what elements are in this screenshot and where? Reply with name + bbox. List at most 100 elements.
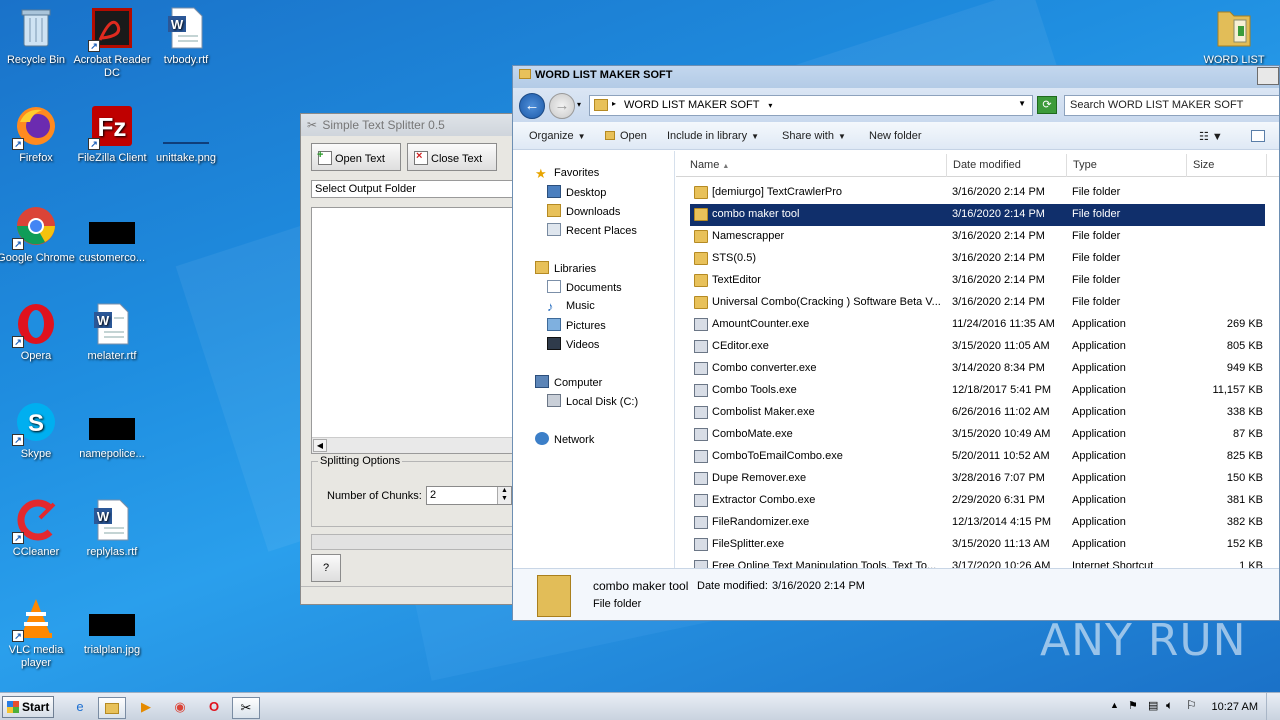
melater-icon[interactable]: W melater.rtf [72,302,152,363]
trialplan-icon[interactable]: trialplan.jpg [72,596,152,657]
firefox-icon[interactable]: ↗ Firefox [0,104,76,165]
show-hidden-icons-icon[interactable]: ▲ [1110,700,1119,710]
clock[interactable]: 10:27 AM [1212,701,1258,713]
file-row[interactable]: Namescrapper 3/16/2020 2:14 PM File folder [690,226,1265,248]
open-button[interactable]: Open [605,130,647,142]
action-center-icon[interactable]: ⚑ [1128,699,1138,712]
file-row[interactable]: CEditor.exe 3/15/2020 11:05 AM Application… [690,336,1265,358]
skype-icon[interactable]: S ↗ Skype [0,400,76,461]
volume-icon[interactable]: 🔈︎ [1166,698,1173,713]
nav-local-disk[interactable]: Local Disk (C:) [547,394,638,408]
window-button[interactable] [1257,67,1279,85]
splitter-window: ✂ Simple Text Splitter 0.5 + Open Text × C… [300,113,523,605]
column-date-modified[interactable]: Date modified [947,154,1067,177]
splitting-options-group: Splitting Options Number of Chunks: 2 ▲ ▼ [311,455,523,527]
new-folder-button[interactable]: New folder [869,130,922,142]
media-player-icon[interactable]: ▶ [132,697,160,719]
column-size[interactable]: Size [1187,154,1267,177]
file-row[interactable]: ComboMate.exe 3/15/2020 10:49 AM Applicati… [690,424,1265,446]
column-type[interactable]: Type [1067,154,1187,177]
file-row[interactable]: Combo converter.exe 3/14/2020 8:34 PM Appl… [690,358,1265,380]
application-icon [694,472,708,485]
customerco-icon[interactable]: customerco... [72,204,152,265]
file-name: FileRandomizer.exe [712,516,810,528]
file-row[interactable]: Dupe Remover.exe 3/28/2016 7:07 PM Applica… [690,468,1265,490]
output-folder-field[interactable]: Select Output Folder [311,180,523,198]
splitter-titlebar[interactable]: ✂ Simple Text Splitter 0.5 [301,114,521,136]
share-with-button[interactable]: Share with ▼ [782,130,846,142]
nav-videos[interactable]: Videos [547,337,599,351]
file-size: 338 KB [1226,406,1263,418]
spin-arrows-icon[interactable]: ▲ ▼ [497,487,511,504]
chrome-taskbar-icon[interactable]: ◉ [166,697,194,719]
file-row[interactable]: ComboToEmailCombo.exe 5/20/2011 10:52 AM A… [690,446,1265,468]
filezilla-icon[interactable]: Fz ↗ FileZilla Client [72,104,152,165]
search-input[interactable]: Search WORD LIST MAKER SOFT [1064,95,1279,116]
word-list-icon[interactable]: WORD LIST [1194,6,1274,67]
file-row[interactable]: Combolist Maker.exe 6/26/2016 11:02 AM App… [690,402,1265,424]
file-row[interactable]: Free Online Text Manipulation Tools, Tex… [690,556,1265,568]
splitter-taskbar-icon[interactable]: ✂ [232,697,260,719]
acrobat-icon[interactable]: ↗ Acrobat Reader DC [72,6,152,80]
ie-icon[interactable]: e [66,697,94,719]
file-row[interactable]: TextEditor 3/16/2020 2:14 PM File folder [690,270,1265,292]
file-row[interactable]: [demiurgo] TextCrawlerPro 3/16/2020 2:14 … [690,182,1265,204]
organize-button[interactable]: Organize ▼ [529,130,586,142]
nav-computer[interactable]: Computer [535,375,602,389]
breadcrumb[interactable]: WORD LIST MAKER SOFT [624,99,759,111]
nav-desktop[interactable]: Desktop [547,185,606,199]
nav-libraries[interactable]: Libraries [535,261,596,275]
help-button[interactable]: ? [311,554,341,582]
network-tray-icon[interactable]: ▤ [1148,699,1158,712]
file-row[interactable]: FileRandomizer.exe 12/13/2014 4:15 PM Appl… [690,512,1265,534]
back-button[interactable]: ← [519,93,545,119]
nav-favorites[interactable]: ★ Favorites [535,166,599,181]
file-row[interactable]: Universal Combo(Cracking ) Software Beta… [690,292,1265,314]
recent-pages-chevron-icon[interactable]: ▾ [577,100,581,109]
tvbody-icon[interactable]: W tvbody.rtf [146,6,226,67]
close-text-button[interactable]: × Close Text [407,143,497,171]
recycle-bin-icon[interactable]: Recycle Bin [0,6,76,67]
chunks-stepper[interactable]: 2 ▲ ▼ [426,486,512,505]
column-name[interactable]: Name ▲ [676,154,947,177]
nav-music[interactable]: ♪ Music [547,299,595,314]
open-text-button[interactable]: + Open Text [311,143,401,171]
ccleaner-icon[interactable]: ↗ CCleaner [0,498,76,559]
namepolice-icon[interactable]: namepolice... [72,400,152,461]
horizontal-scrollbar[interactable]: ◀ [312,437,522,453]
address-bar[interactable]: ▸ WORD LIST MAKER SOFT ▾ ▼ [589,95,1033,116]
splitting-options-legend: Splitting Options [318,455,403,467]
explorer-taskbar-icon[interactable] [98,697,126,719]
file-row[interactable]: AmountCounter.exe 11/24/2016 11:35 AM Appl… [690,314,1265,336]
nav-documents[interactable]: Documents [547,280,622,294]
file-row[interactable]: combo maker tool 3/16/2020 2:14 PM File fo… [690,204,1265,226]
file-row[interactable]: Extractor Combo.exe 2/29/2020 6:31 PM Appl… [690,490,1265,512]
view-options-icon[interactable]: ☷ ▼ [1199,130,1223,143]
preview-pane-icon[interactable] [1251,130,1265,142]
nav-network[interactable]: Network [535,432,594,446]
vlc-icon[interactable]: ↗ VLC media player [0,596,76,670]
nav-recent-places[interactable]: Recent Places [547,223,637,237]
start-button[interactable]: Start [2,696,54,718]
scroll-left-icon[interactable]: ◀ [313,439,327,452]
replylas-icon[interactable]: W replylas.rtf [72,498,152,559]
explorer-titlebar[interactable]: WORD LIST MAKER SOFT [513,66,1279,88]
file-row[interactable]: Combo Tools.exe 12/18/2017 5:41 PM Applica… [690,380,1265,402]
unittake-icon[interactable]: unittake.png [146,104,226,165]
opera-icon[interactable]: ↗ Opera [0,302,76,363]
chrome-icon[interactable]: ↗ Google Chrome [0,204,76,265]
file-row[interactable]: FileSplitter.exe 3/15/2020 11:13 AM Applic… [690,534,1265,556]
include-in-library-button[interactable]: Include in library ▼ [667,130,759,142]
show-desktop-button[interactable] [1266,693,1280,720]
breadcrumb-dropdown-icon[interactable]: ▾ [768,101,772,110]
forward-button[interactable]: → [549,93,575,119]
breadcrumb-chevron-icon[interactable]: ▸ [612,99,616,108]
file-row[interactable]: STS(0.5) 3/16/2020 2:14 PM File folder [690,248,1265,270]
address-dropdown-icon[interactable]: ▼ [1018,99,1026,108]
refresh-icon[interactable]: ⟳ [1037,96,1057,114]
text-preview-area[interactable]: ◀ [311,207,523,454]
nav-pictures[interactable]: Pictures [547,318,606,332]
opera-taskbar-icon[interactable]: O [200,697,228,719]
flag-icon[interactable]: ⚐ [1186,698,1197,712]
nav-downloads[interactable]: Downloads [547,204,620,218]
